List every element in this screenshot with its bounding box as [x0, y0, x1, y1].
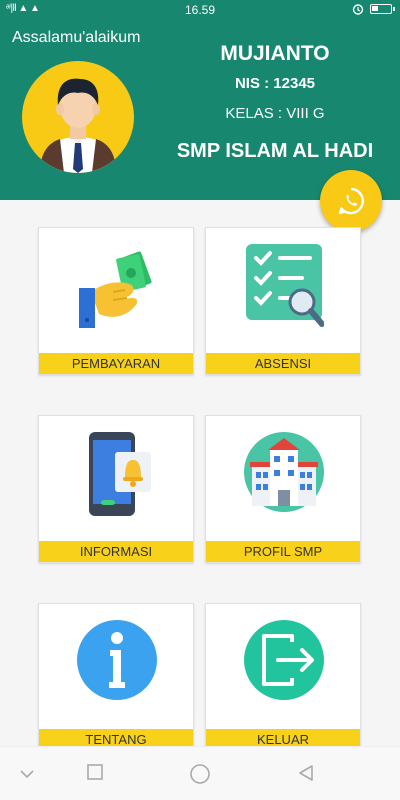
alarm-icon: [352, 4, 364, 15]
menu-card-tentang[interactable]: TENTANG: [38, 603, 194, 751]
menu-label: ABSENSI: [206, 353, 360, 374]
system-nav-bar: [0, 746, 400, 800]
whatsapp-icon: [338, 187, 365, 215]
checklist-icon: [246, 244, 324, 327]
whatsapp-button[interactable]: [320, 170, 382, 232]
phone-notification-icon: [89, 432, 151, 516]
school-building-icon: [244, 432, 324, 512]
money-hand-icon: [79, 251, 152, 328]
student-nis: NIS : 12345: [234, 75, 316, 92]
battery-icon: [370, 4, 395, 14]
home-button-icon[interactable]: [189, 763, 211, 785]
student-class: KELAS : VIII G: [225, 105, 325, 122]
student-name: MUJIANTO: [220, 42, 330, 65]
logout-icon: [244, 620, 324, 700]
avatar: [22, 61, 134, 173]
menu-label: PROFIL SMP: [206, 541, 360, 562]
menu-card-profil-smp[interactable]: PROFIL SMP: [205, 415, 361, 563]
menu-label: PEMBAYARAN: [39, 353, 193, 374]
back-button-icon[interactable]: [296, 763, 316, 783]
info-icon: [77, 620, 157, 700]
menu-label: INFORMASI: [39, 541, 193, 562]
menu-card-informasi[interactable]: INFORMASI: [38, 415, 194, 563]
status-bar: ᵃⁱ|ll ▲ ▲ 16.59: [0, 0, 400, 20]
recents-button-icon[interactable]: [86, 763, 104, 781]
menu-card-pembayaran[interactable]: PEMBAYARAN: [38, 227, 194, 375]
menu-card-keluar[interactable]: KELUAR: [205, 603, 361, 751]
student-avatar-icon: [40, 78, 116, 173]
status-time: 16.59: [184, 3, 216, 17]
menu-card-absensi[interactable]: ABSENSI: [205, 227, 361, 375]
chevron-down-icon[interactable]: [18, 767, 36, 781]
greeting-text: Assalamu'alaikum: [12, 29, 141, 46]
school-name: SMP ISLAM AL HADI: [176, 140, 374, 162]
